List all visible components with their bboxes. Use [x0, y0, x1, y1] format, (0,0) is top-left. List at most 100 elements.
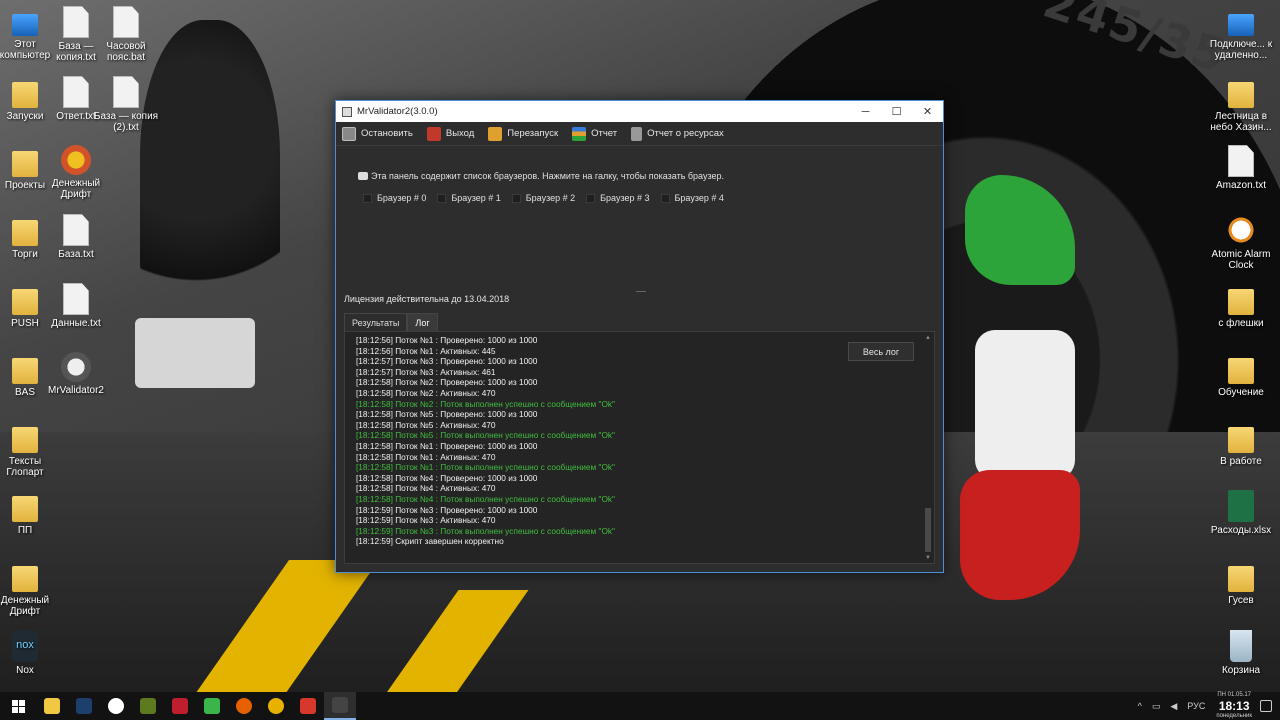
- desktop-icon[interactable]: Расходы.xlsx: [1206, 490, 1276, 536]
- log-line: [18:12:58] Поток №4 : Поток выполнен усп…: [356, 493, 615, 504]
- checkbox-icon[interactable]: [511, 193, 521, 203]
- desktop-icon[interactable]: Корзина: [1206, 630, 1276, 676]
- taskbar-app[interactable]: [292, 692, 324, 720]
- text-file-icon: [1228, 145, 1254, 177]
- browser-checkbox-3[interactable]: Браузер # 3: [586, 193, 650, 203]
- text-file-icon: [63, 214, 89, 246]
- panel-splitter-handle[interactable]: [636, 291, 646, 292]
- restart-icon: [488, 126, 503, 141]
- log-line: [18:12:56] Поток №1 : Проверено: 1000 из…: [356, 335, 538, 345]
- caliper-white: [975, 330, 1075, 480]
- browser-checkbox-0[interactable]: Браузер # 0: [363, 193, 426, 203]
- minimize-icon[interactable]: ─: [850, 101, 881, 122]
- folder-icon: [1228, 566, 1254, 592]
- restart-button[interactable]: Перезапуск: [488, 126, 558, 141]
- stop-button[interactable]: Остановить: [342, 126, 413, 141]
- log-line: [18:12:59] Скрипт завершен корректно: [356, 536, 504, 547]
- folder-icon: [1228, 289, 1254, 315]
- exit-button[interactable]: Выход: [426, 126, 474, 141]
- panel-info-text: Эта панель содержит список браузеров. На…: [371, 171, 724, 181]
- stop-icon: [342, 126, 356, 141]
- remote-desktop-icon: [1228, 14, 1254, 36]
- report-button[interactable]: Отчет: [572, 126, 618, 141]
- checkbox-icon[interactable]: [363, 193, 372, 203]
- desktop-icon[interactable]: База.txt: [41, 214, 111, 260]
- mrvalidator-window: MrValidator2(3.0.0) ─ ☐ ✕ Остановить Вых…: [335, 100, 944, 573]
- report-label: Отчет: [591, 128, 618, 139]
- volume-icon[interactable]: ◀: [1170, 701, 1177, 712]
- desktop-icon[interactable]: Денежный Дрифт: [0, 560, 60, 617]
- desktop-icon[interactable]: Гусев: [1206, 560, 1276, 606]
- file-explorer-icon: [44, 698, 60, 714]
- desktop-icon[interactable]: nox Nox: [0, 630, 60, 676]
- browser-checkbox-1[interactable]: Браузер # 1: [437, 193, 501, 203]
- checkbox-icon[interactable]: [437, 193, 447, 203]
- desktop-icon[interactable]: MrValidator2: [41, 352, 111, 396]
- taskbar: ^ ▭ ◀ РУС ПН 01.05.17 18:13 понедельник: [0, 692, 1280, 720]
- notifications-icon[interactable]: [1260, 700, 1272, 712]
- checkbox-icon[interactable]: [586, 193, 596, 203]
- taskbar-app[interactable]: [260, 692, 292, 720]
- desktop-icon-label: Данные.txt: [51, 318, 101, 329]
- folder-icon: [12, 427, 38, 453]
- taskbar-apps: [36, 692, 356, 720]
- system-tray: ^ ▭ ◀ РУС ПН 01.05.17 18:13 понедельник: [1133, 691, 1280, 720]
- camtasia-recorder-icon: [300, 698, 316, 714]
- desktop-icon[interactable]: Amazon.txt: [1206, 145, 1276, 191]
- desktop-icon-label: Ответ.txt: [56, 111, 96, 122]
- toolbar: Остановить Выход Перезапуск Отчет Отчет …: [336, 122, 943, 146]
- language-indicator[interactable]: РУС: [1187, 701, 1205, 711]
- tray-chevron-icon[interactable]: ^: [1138, 701, 1142, 711]
- desktop-icon[interactable]: Часовой пояс.bat: [91, 6, 161, 63]
- desktop-icon[interactable]: ПП: [0, 490, 60, 536]
- tab-results[interactable]: Результаты: [344, 313, 408, 331]
- full-log-button[interactable]: Весь лог: [848, 342, 914, 361]
- checkbox-icon[interactable]: [660, 193, 670, 203]
- desktop-icon[interactable]: Денежный Дрифт: [41, 145, 111, 200]
- close-icon[interactable]: ✕: [912, 101, 943, 122]
- taskbar-app[interactable]: [132, 692, 164, 720]
- taskbar-app[interactable]: [36, 692, 68, 720]
- log-scrollbar[interactable]: ▲ ▼: [924, 335, 932, 561]
- desktop-icon[interactable]: с флешки: [1206, 283, 1276, 329]
- desktop-icon-label: ПП: [17, 525, 33, 536]
- taskbar-app[interactable]: [100, 692, 132, 720]
- desktop-icon[interactable]: База — копия (2).txt: [91, 76, 161, 133]
- resources-report-button[interactable]: Отчет о ресурсах: [631, 126, 724, 141]
- log-lines: [18:12:56] Поток №1 : Проверено: 1000 из…: [356, 335, 836, 561]
- taskbar-app[interactable]: [164, 692, 196, 720]
- taskbar-app[interactable]: [228, 692, 260, 720]
- start-button[interactable]: [0, 692, 36, 720]
- taskbar-clock[interactable]: ПН 01.05.17 18:13 понедельник: [1216, 691, 1252, 720]
- maximize-icon[interactable]: ☐: [881, 101, 912, 122]
- desktop-icon-label: База — копия.txt: [56, 41, 96, 63]
- desktop-icon[interactable]: Подключе... к удаленно...: [1206, 6, 1276, 61]
- desktop-icon[interactable]: Atomic Alarm Clock: [1206, 214, 1276, 271]
- browser-checkbox-2[interactable]: Браузер # 2: [511, 193, 575, 203]
- text-file-icon: [63, 6, 89, 38]
- taskbar-app[interactable]: [324, 692, 356, 720]
- desktop-icon-label: Корзина: [1221, 665, 1261, 676]
- desktop-icon-label: Денежный Дрифт: [0, 595, 50, 617]
- window-titlebar[interactable]: MrValidator2(3.0.0) ─ ☐ ✕: [336, 101, 943, 122]
- window-title: MrValidator2(3.0.0): [357, 106, 438, 117]
- clock-time: 18:13: [1218, 699, 1250, 713]
- tab-log[interactable]: Лог: [407, 313, 438, 331]
- desktop-icon[interactable]: Данные.txt: [41, 283, 111, 329]
- desktop-icon[interactable]: Обучение: [1206, 352, 1276, 398]
- desktop-icon[interactable]: В работе: [1206, 421, 1276, 467]
- desktop-icon[interactable]: Лестница в небо Хазин...: [1206, 76, 1276, 133]
- log-line: [18:12:58] Поток №4 : Проверено: 1000 из…: [356, 472, 538, 483]
- firefox-icon: [236, 698, 252, 714]
- log-line: [18:12:59] Поток №3 : Проверено: 1000 из…: [356, 504, 538, 515]
- scroll-down-icon[interactable]: ▼: [924, 555, 932, 561]
- browser-checkbox-4[interactable]: Браузер # 4: [660, 193, 724, 203]
- taskbar-app[interactable]: [196, 692, 228, 720]
- scrollbar-thumb[interactable]: [925, 508, 931, 552]
- scroll-up-icon[interactable]: ▲: [924, 335, 932, 341]
- desktop-icon-label: MrValidator2: [48, 385, 104, 396]
- network-icon[interactable]: ▭: [1152, 701, 1161, 712]
- taskbar-app[interactable]: [68, 692, 100, 720]
- desktop-icon[interactable]: Тексты Глопарт: [0, 421, 60, 478]
- log-line: [18:12:58] Поток №1 : Проверено: 1000 из…: [356, 440, 538, 451]
